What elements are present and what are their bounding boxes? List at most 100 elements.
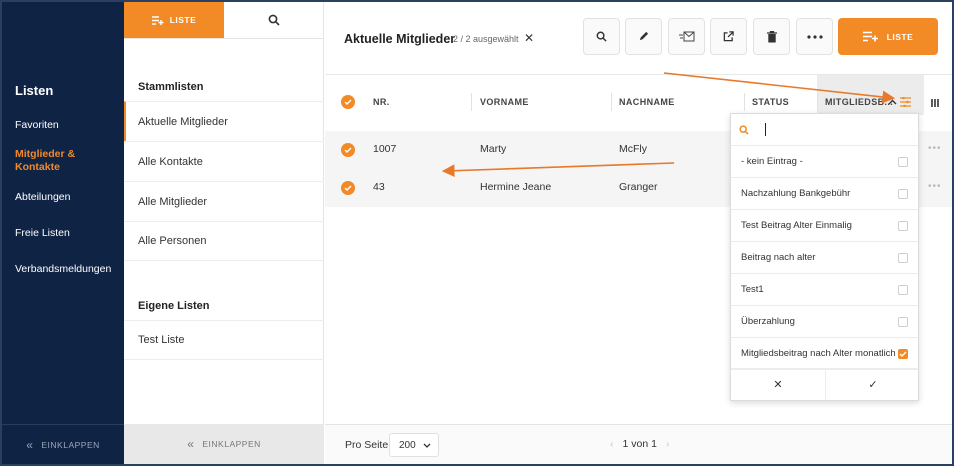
cell-nr: 43 xyxy=(373,181,385,193)
column-separator[interactable] xyxy=(471,93,472,111)
selection-count: 2 / 2 ausgewählt xyxy=(453,34,519,44)
list-item-test-liste[interactable]: Test Liste xyxy=(124,320,324,360)
nav-item-favoriten[interactable]: Favoriten xyxy=(15,119,59,132)
filter-option-label: Test1 xyxy=(741,284,764,295)
list-item-alle-kontakte[interactable]: Alle Kontakte xyxy=(124,141,324,181)
row-more-icon[interactable]: ••• xyxy=(928,181,942,192)
search-icon xyxy=(268,14,280,26)
column-header-status[interactable]: STATUS xyxy=(752,97,789,107)
cell-nr: 1007 xyxy=(373,143,397,155)
column-header-nr[interactable]: NR. xyxy=(373,97,390,107)
column-filter-dropdown: - kein Eintrag - Nachzahlung Bankgebühr … xyxy=(730,113,920,401)
filter-option[interactable]: Test Beitrag Alter Einmalig xyxy=(731,210,918,242)
tab-liste-label: LISTE xyxy=(169,15,197,25)
lists-collapse-button[interactable]: « EINKLAPPEN xyxy=(124,424,324,464)
nav-item-abteilungen[interactable]: Abteilungen xyxy=(15,191,70,204)
filter-option-label: Überzahlung xyxy=(741,316,795,327)
mail-icon xyxy=(678,31,694,42)
filter-option-checkbox[interactable] xyxy=(898,156,908,167)
filter-option-label: Mitgliedsbeitrag nach Alter monatlich xyxy=(741,348,896,359)
column-separator[interactable] xyxy=(611,93,612,111)
list-item-alle-mitglieder[interactable]: Alle Mitglieder xyxy=(124,181,324,221)
search-icon xyxy=(739,124,749,135)
per-page-value: 200 xyxy=(399,439,416,451)
per-page-select[interactable]: 200 xyxy=(389,433,439,457)
section-eigene-listen: Eigene Listen xyxy=(138,300,210,312)
sort-up-icon[interactable] xyxy=(888,99,897,105)
delete-button[interactable] xyxy=(753,18,790,55)
search-button[interactable] xyxy=(583,18,620,55)
filter-option-checkbox[interactable] xyxy=(898,316,908,327)
filter-option-label: Nachzahlung Bankgebühr xyxy=(741,188,851,199)
pagination-label: 1 von 1 xyxy=(622,438,657,450)
check-icon xyxy=(344,99,352,105)
add-list-label: LISTE xyxy=(886,31,914,42)
list-item-alle-personen[interactable]: Alle Personen xyxy=(124,221,324,261)
column-header-vorname[interactable]: VORNAME xyxy=(480,97,529,107)
row-checkbox[interactable] xyxy=(341,181,355,195)
trash-icon xyxy=(766,30,777,42)
nav-item-mitglieder-kontakte[interactable]: Mitglieder & Kontakte xyxy=(15,148,85,174)
tab-search[interactable] xyxy=(224,2,323,38)
edit-button[interactable] xyxy=(625,18,662,55)
filter-option-checkbox[interactable] xyxy=(898,220,908,231)
cell-nachname: McFly xyxy=(619,143,647,155)
per-page-label: Pro Seite xyxy=(345,439,389,451)
lists-panel: LISTE Stammlisten Aktuelle Mitglieder Al… xyxy=(124,2,324,464)
nav-item-verbandsmeldungen[interactable]: Verbandsmeldungen xyxy=(15,263,111,276)
filter-option-checkbox[interactable] xyxy=(898,348,908,359)
filter-cancel-button[interactable]: ✕ xyxy=(731,369,825,400)
filter-option[interactable]: Test1 xyxy=(731,274,918,306)
filter-actions: ✕ ✓ xyxy=(731,368,920,400)
clear-selection-button[interactable]: ✕ xyxy=(524,31,534,45)
row-more-icon[interactable]: ••• xyxy=(928,143,942,154)
text-cursor xyxy=(765,123,766,136)
filter-option-checkbox[interactable] xyxy=(898,252,908,263)
lists-collapse-label: EINKLAPPEN xyxy=(202,439,261,449)
filter-option[interactable]: Mitgliedsbeitrag nach Alter monatlich xyxy=(731,338,918,370)
more-icon xyxy=(806,34,823,39)
filter-option[interactable]: - kein Eintrag - xyxy=(731,146,918,178)
column-separator[interactable] xyxy=(817,93,818,111)
app-window: Listen Favoriten Mitglieder & Kontakte A… xyxy=(0,0,954,466)
nav-item-freie-listen[interactable]: Freie Listen xyxy=(15,227,70,240)
list-add-icon xyxy=(151,15,164,25)
lists-tabbar: LISTE xyxy=(124,2,323,39)
filter-option-label: Beitrag nach alter xyxy=(741,252,816,263)
filter-option-label: Test Beitrag Alter Einmalig xyxy=(741,220,852,231)
main-content: Aktuelle Mitglieder 2 / 2 ausgewählt ✕ L… xyxy=(325,2,952,464)
export-button[interactable] xyxy=(710,18,747,55)
column-separator[interactable] xyxy=(744,93,745,111)
filter-option-checkbox[interactable] xyxy=(898,188,908,199)
mail-button[interactable] xyxy=(668,18,705,55)
chevron-right-icon[interactable]: › xyxy=(666,438,670,450)
column-header-mitgliedsbeitrag[interactable]: MITGLIEDSB... xyxy=(825,97,893,107)
chevron-down-icon xyxy=(423,443,431,448)
filter-apply-button[interactable]: ✓ xyxy=(825,369,920,400)
export-icon xyxy=(723,31,734,42)
nav-collapse-label: EINKLAPPEN xyxy=(41,439,100,450)
chevron-left-icon[interactable]: ‹ xyxy=(610,438,614,450)
row-checkbox[interactable] xyxy=(341,143,355,157)
filter-option-checkbox[interactable] xyxy=(898,284,908,295)
select-all-checkbox[interactable] xyxy=(341,95,355,109)
nav-collapse-button[interactable]: « EINKLAPPEN xyxy=(2,424,124,464)
more-button[interactable] xyxy=(796,18,833,55)
add-list-button[interactable]: LISTE xyxy=(838,18,938,55)
columns-icon[interactable] xyxy=(931,99,939,107)
check-icon xyxy=(344,147,352,153)
double-chevron-left-icon: « xyxy=(187,437,195,451)
double-chevron-left-icon: « xyxy=(26,437,34,452)
filter-option[interactable]: Überzahlung xyxy=(731,306,918,338)
filter-search-field[interactable] xyxy=(731,114,918,146)
cell-vorname: Marty xyxy=(480,143,507,155)
filter-option[interactable]: Nachzahlung Bankgebühr xyxy=(731,178,918,210)
list-item-aktuelle-mitglieder[interactable]: Aktuelle Mitglieder xyxy=(124,101,324,141)
nav-title: Listen xyxy=(15,83,54,98)
column-header-nachname[interactable]: NACHNAME xyxy=(619,97,675,107)
pagination: ‹ 1 von 1 › xyxy=(610,438,669,450)
filter-icon[interactable] xyxy=(900,97,911,107)
check-icon xyxy=(899,351,907,357)
tab-liste[interactable]: LISTE xyxy=(124,2,224,38)
filter-option[interactable]: Beitrag nach alter xyxy=(731,242,918,274)
